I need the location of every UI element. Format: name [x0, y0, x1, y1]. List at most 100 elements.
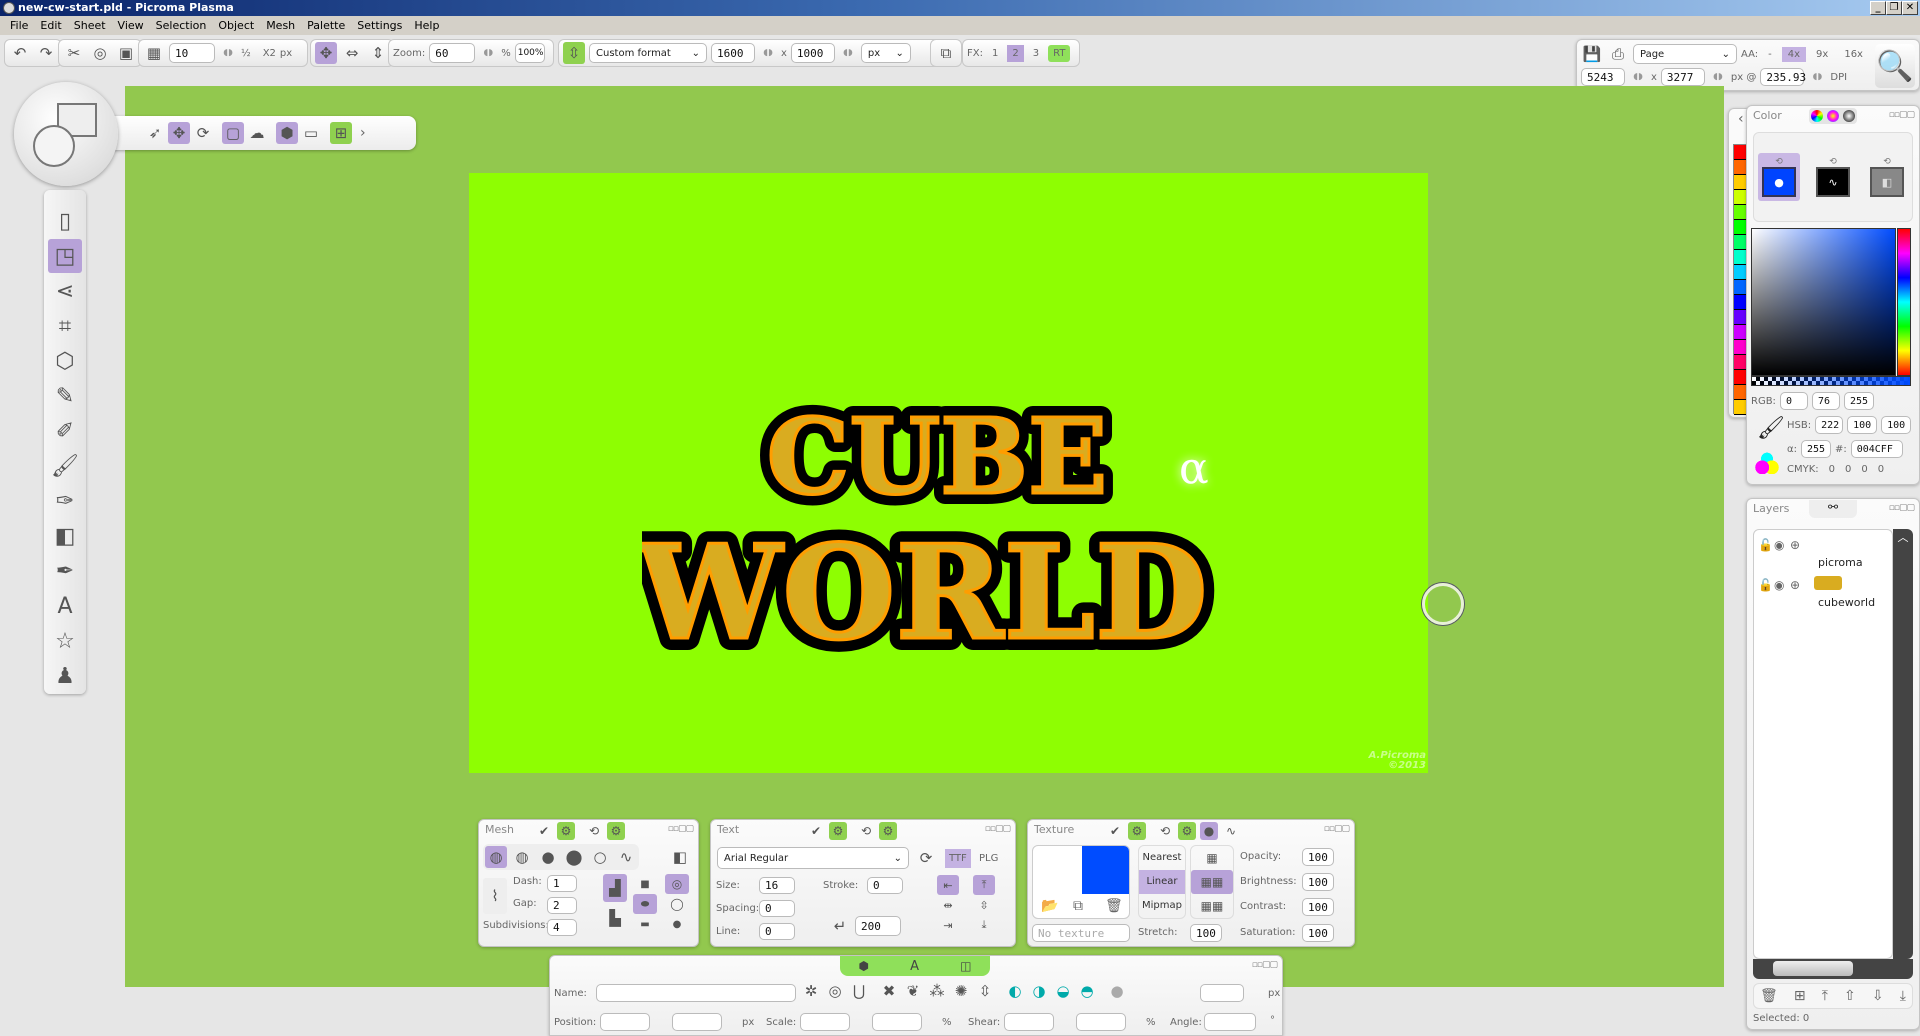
font-select[interactable]: Arial Regular ⌄: [717, 847, 909, 869]
add-to-selection-icon[interactable]: ⊕: [1790, 538, 1800, 552]
mesh-outline-circle-icon[interactable]: ○: [589, 846, 611, 868]
realtime-button[interactable]: RT: [1048, 44, 1071, 62]
document-page[interactable]: CUBE CUBE WORLD WORLD α A.Picroma ©2013: [469, 173, 1428, 773]
paste-icon[interactable]: ▣: [115, 42, 137, 64]
add-to-selection-icon[interactable]: ⊕: [1790, 578, 1800, 592]
aa-option-16x[interactable]: 16x: [1838, 47, 1869, 62]
grayscale-tab-icon[interactable]: [1843, 110, 1855, 122]
reset-icon[interactable]: ⟲: [1156, 822, 1174, 840]
cubeworld-logo[interactable]: CUBE CUBE WORLD WORLD: [642, 383, 1232, 673]
texture-name-input[interactable]: No texture: [1032, 924, 1130, 942]
green-input[interactable]: 76: [1811, 392, 1840, 410]
align-bottom-icon[interactable]: ⤓: [973, 915, 995, 935]
snap-vertical-icon[interactable]: ⇕: [367, 42, 389, 64]
brightness-input[interactable]: 100: [1302, 873, 1334, 891]
menu-palette[interactable]: Palette: [301, 19, 351, 32]
page-height-spinner[interactable]: ◖◗: [839, 48, 857, 58]
butt-cap-icon[interactable]: ▬: [633, 914, 657, 934]
scroll-thumb[interactable]: [1773, 961, 1853, 976]
copy-texture-icon[interactable]: ⧉: [1073, 898, 1083, 914]
position-y-input[interactable]: [672, 1013, 722, 1031]
scroll-up-icon[interactable]: ︿: [1893, 529, 1913, 545]
chevron-left-icon[interactable]: ‹: [1738, 111, 1744, 127]
font-size-input[interactable]: 16: [759, 877, 795, 894]
brush-tool-icon[interactable]: 🖌: [48, 449, 82, 483]
rotate-icon[interactable]: ⟳: [192, 122, 214, 144]
snap-both-icon[interactable]: ✥: [315, 42, 337, 64]
round-join-icon[interactable]: ▟: [603, 874, 627, 902]
hex-input[interactable]: 004CFF: [1850, 440, 1903, 458]
mesh-grid-circle-icon[interactable]: ◍: [511, 846, 533, 868]
object-name-input[interactable]: [596, 984, 796, 1002]
select-arrow-icon[interactable]: ➶: [144, 122, 166, 144]
alpha-slider[interactable]: [1751, 376, 1911, 386]
subdivisions-input[interactable]: 4: [547, 919, 577, 936]
wrap-repeat-icon[interactable]: ▦▦: [1191, 870, 1233, 894]
move-to-top-icon[interactable]: ⤒: [1822, 988, 1828, 1004]
apply-check-icon[interactable]: ✔: [1106, 822, 1124, 840]
palette-tab-icon[interactable]: [1827, 110, 1839, 122]
menu-mesh[interactable]: Mesh: [260, 19, 301, 32]
restore-button[interactable]: ❐: [1886, 1, 1902, 15]
fx-option-3[interactable]: 3: [1028, 45, 1044, 62]
move-to-bottom-icon[interactable]: ⤓: [1900, 988, 1906, 1004]
page-tool-icon[interactable]: ▯: [48, 204, 82, 238]
flip-vertical-icon[interactable]: ⇳: [974, 980, 996, 1002]
pen-edit-tool-icon[interactable]: ✐: [48, 414, 82, 448]
ttf-button[interactable]: TTF: [945, 849, 971, 868]
undo-icon[interactable]: ↶: [9, 42, 31, 64]
layer-item[interactable]: 🔓 ◉ ⊕ picroma: [1758, 538, 1888, 574]
menu-edit[interactable]: Edit: [34, 19, 67, 32]
wrap-mirror-icon[interactable]: ▦▦: [1191, 894, 1233, 918]
visibility-icon[interactable]: ◉: [1774, 538, 1784, 552]
binoculars-icon[interactable]: ⚯: [1809, 500, 1857, 518]
grid-size-input[interactable]: 10: [169, 43, 215, 63]
stamp-tool-icon[interactable]: ♟: [48, 659, 82, 693]
lasso-select-icon[interactable]: ☁: [246, 122, 268, 144]
boolean-exclude-icon[interactable]: ◓: [1076, 980, 1098, 1002]
delete-texture-icon[interactable]: 🗑: [1105, 898, 1123, 914]
filter-linear-button[interactable]: Linear: [1139, 870, 1185, 894]
contrast-input[interactable]: 100: [1302, 898, 1334, 916]
aa-option-none[interactable]: -: [1762, 47, 1778, 62]
solid-fill-icon[interactable]: ●: [1762, 167, 1796, 197]
brightness-input[interactable]: 100: [1881, 416, 1912, 434]
menu-settings[interactable]: Settings: [351, 19, 408, 32]
minimize-button[interactable]: _: [1870, 1, 1886, 15]
blur-input[interactable]: [1200, 984, 1244, 1002]
export-height-input[interactable]: 3277: [1660, 68, 1705, 86]
angle-input[interactable]: [1204, 1013, 1256, 1031]
open-folder-icon[interactable]: 📂: [1041, 898, 1058, 914]
transform-nodes-icon[interactable]: ⬢: [276, 122, 298, 144]
boolean-subtract-icon[interactable]: ◑: [1028, 980, 1050, 1002]
shape-tool-icon[interactable]: ◳: [48, 239, 82, 273]
page-width-spinner[interactable]: ◖◗: [759, 48, 777, 58]
settings-gear-icon[interactable]: ⚙: [607, 822, 625, 840]
panel-window-controls[interactable]: ▫▫▢▢: [985, 824, 1011, 834]
color-wheel-tab-icon[interactable]: [1811, 110, 1823, 122]
mesh-3d-box-icon[interactable]: ◧: [669, 846, 691, 868]
align-right-icon[interactable]: ⇥: [937, 915, 959, 935]
layer-item[interactable]: 🔓 ◉ ⊕ cubeworld: [1758, 576, 1888, 614]
stretch-input[interactable]: 100: [1190, 924, 1222, 942]
blur-icon[interactable]: ●: [1106, 980, 1128, 1002]
unit-select[interactable]: px ⌄: [860, 43, 911, 63]
shear-y-input[interactable]: [1076, 1013, 1126, 1031]
page-format-select[interactable]: Custom format ⌄: [589, 43, 707, 63]
bounds-icon[interactable]: ▭: [300, 122, 322, 144]
mesh-grid-sphere-icon[interactable]: ◍: [485, 846, 507, 868]
reset-icon[interactable]: ⟲: [857, 822, 875, 840]
export-width-input[interactable]: 5243: [1581, 68, 1625, 86]
dash-input[interactable]: 1: [547, 875, 577, 892]
texture-preview[interactable]: 📂 ⧉ 🗑: [1032, 845, 1130, 919]
current-tool-wheel[interactable]: [14, 82, 118, 186]
texture-curve-icon[interactable]: ∿: [1222, 822, 1240, 840]
gradient-fill-icon[interactable]: ∿: [1816, 167, 1850, 197]
opacity-input[interactable]: 100: [1302, 848, 1334, 866]
settings-gear-icon[interactable]: ⚙: [829, 822, 847, 840]
fx-option-2[interactable]: 2: [1007, 44, 1024, 62]
align-left-icon[interactable]: ⇤: [937, 875, 959, 895]
hue-slider[interactable]: [1897, 228, 1911, 376]
scale-y-input[interactable]: [872, 1013, 922, 1031]
saturation-input[interactable]: 100: [1847, 416, 1878, 434]
